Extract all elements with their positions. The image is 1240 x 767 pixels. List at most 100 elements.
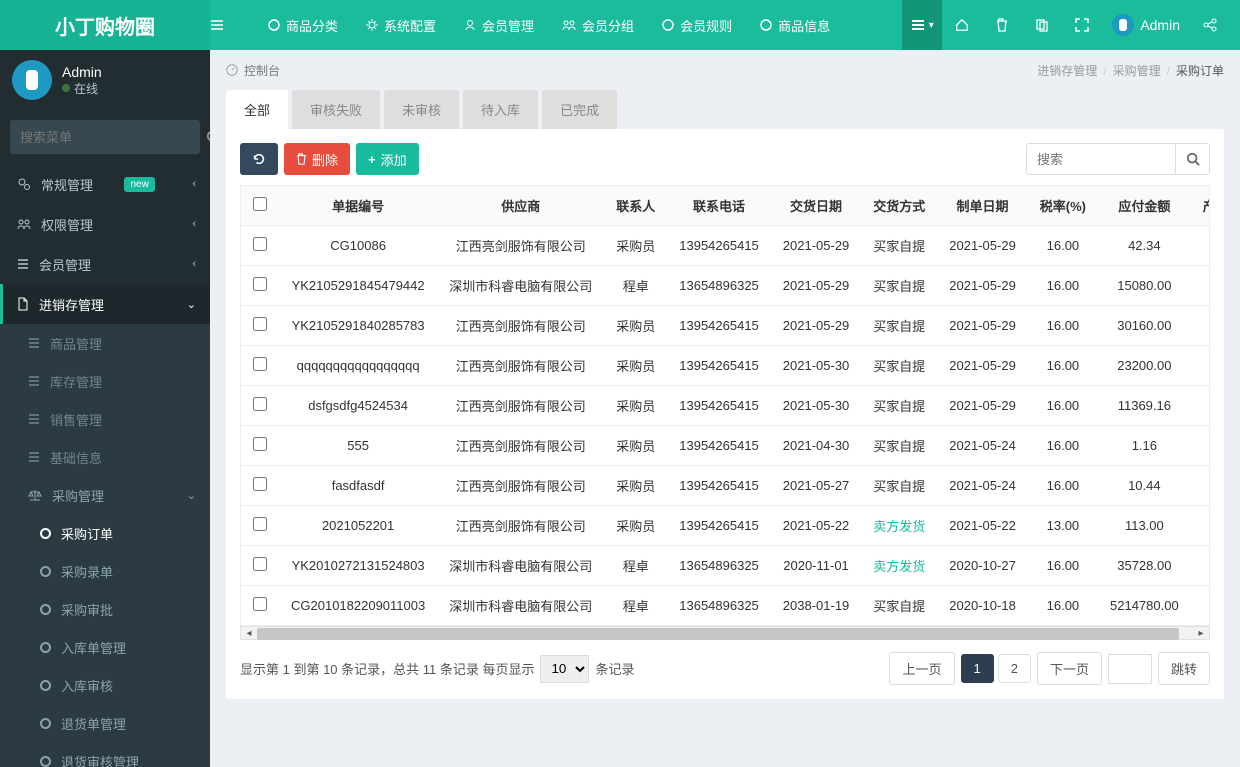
fullscreen-icon[interactable] — [1062, 0, 1102, 50]
cell: YK2010272131524803 — [279, 546, 437, 586]
sidebar-sub-3-2[interactable]: 销售管理 — [0, 400, 210, 438]
brand-logo[interactable]: 小丁购物圈 — [0, 0, 210, 50]
group-icon — [17, 218, 31, 230]
trash-icon[interactable] — [982, 0, 1022, 50]
home-icon[interactable] — [942, 0, 982, 50]
cell: 15080.00 — [1098, 266, 1191, 306]
sidebar-sub-3-4[interactable]: 采购管理⌄ — [0, 476, 210, 514]
topnav-item-2[interactable]: 会员管理 — [450, 0, 548, 50]
chevron-icon: ⌄ — [187, 489, 196, 502]
sidebar-item-2[interactable]: 会员管理‹ — [0, 244, 210, 284]
cell: 500 — [1191, 266, 1210, 306]
cell: 卖方发货 — [861, 506, 937, 546]
row-checkbox[interactable] — [253, 357, 267, 371]
tab-1[interactable]: 审核失败 — [292, 90, 380, 129]
cell: 江西亮剑服饰有限公司 — [437, 386, 604, 426]
topnav-item-1[interactable]: 系统配置 — [352, 0, 450, 50]
table-row[interactable]: qqqqqqqqqqqqqqqqq江西亮剑服饰有限公司采购员1395426541… — [241, 346, 1210, 386]
tab-2[interactable]: 未审核 — [384, 90, 459, 129]
refresh-button[interactable] — [240, 143, 278, 175]
row-checkbox[interactable] — [253, 517, 267, 531]
table-row[interactable]: dsfgsdfg4524534江西亮剑服饰有限公司采购员139542654152… — [241, 386, 1210, 426]
table-row[interactable]: YK2010272131524803深圳市科睿电脑有限公司程卓136548963… — [241, 546, 1210, 586]
user-menu[interactable]: Admin — [1102, 0, 1190, 50]
cell: 13954265415 — [667, 426, 771, 466]
row-checkbox[interactable] — [253, 277, 267, 291]
sidebar-leaf-4[interactable]: 入库审核 — [0, 666, 210, 704]
delete-button[interactable]: 删除 — [284, 143, 350, 175]
table-search-input[interactable] — [1026, 143, 1176, 175]
row-checkbox[interactable] — [253, 557, 267, 571]
row-checkbox[interactable] — [253, 437, 267, 451]
table-row[interactable]: CG2010182209011003深圳市科睿电脑有限公司程卓136548963… — [241, 586, 1210, 626]
user-name: Admin — [1140, 17, 1180, 33]
cell: 23200.00 — [1098, 346, 1191, 386]
row-checkbox[interactable] — [253, 477, 267, 491]
row-checkbox[interactable] — [253, 397, 267, 411]
sidebar-sub-3-3[interactable]: 基础信息 — [0, 438, 210, 476]
topnav-item-0[interactable]: 商品分类 — [254, 0, 352, 50]
cell: 1 — [1191, 426, 1210, 466]
sidebar-leaf-2[interactable]: 采购审批 — [0, 590, 210, 628]
row-checkbox[interactable] — [253, 317, 267, 331]
list-icon — [28, 375, 40, 387]
col-header-1: 单据编号 — [279, 186, 437, 226]
topnav-item-5[interactable]: 商品信息 — [746, 0, 844, 50]
cell: 2021-05-22 — [937, 506, 1028, 546]
cell: 2020-10-27 — [937, 546, 1028, 586]
horizontal-scrollbar[interactable]: ◂ ▸ — [240, 626, 1210, 640]
sidebar-search-input[interactable] — [10, 130, 206, 145]
cell: 16.00 — [1028, 226, 1098, 266]
table-row[interactable]: CG10086江西亮剑服饰有限公司采购员139542654152021-05-2… — [241, 226, 1210, 266]
select-all-checkbox[interactable] — [253, 197, 267, 211]
sidebar-item-1[interactable]: 权限管理‹ — [0, 204, 210, 244]
scroll-left-icon[interactable]: ◂ — [241, 627, 257, 639]
grid-menu-icon[interactable]: ▾ — [902, 0, 942, 50]
pager-next[interactable]: 下一页 — [1037, 652, 1102, 685]
cell: 深圳市科睿电脑有限公司 — [437, 586, 604, 626]
col-header-9: 应付金额 — [1098, 186, 1191, 226]
row-checkbox[interactable] — [253, 597, 267, 611]
pager-prev[interactable]: 上一页 — [889, 652, 954, 685]
share-icon[interactable] — [1190, 0, 1230, 50]
add-button[interactable]: +添加 — [356, 143, 419, 175]
cell: 5214780.00 — [1098, 586, 1191, 626]
table-row[interactable]: YK2105291845479442深圳市科睿电脑有限公司程卓136548963… — [241, 266, 1210, 306]
copy-icon[interactable] — [1022, 0, 1062, 50]
cell: 买家自提 — [861, 306, 937, 346]
table-row[interactable]: 555江西亮剑服饰有限公司采购员139542654152021-04-30买家自… — [241, 426, 1210, 466]
table-row[interactable]: 2021052201江西亮剑服饰有限公司采购员139542654152021-0… — [241, 506, 1210, 546]
sidebar-item-0[interactable]: 常规管理new‹ — [0, 164, 210, 204]
sidebar-sub-3-0[interactable]: 商品管理 — [0, 324, 210, 362]
cell: 买家自提 — [861, 586, 937, 626]
table-search-button[interactable] — [1176, 143, 1210, 175]
sidebar-sub-3-1[interactable]: 库存管理 — [0, 362, 210, 400]
sidebar-leaf-6[interactable]: 退货审核管理 — [0, 742, 210, 767]
topnav-item-4[interactable]: 会员规则 — [648, 0, 746, 50]
scroll-thumb[interactable] — [257, 628, 1179, 640]
sidebar-leaf-0[interactable]: 采购订单 — [0, 514, 210, 552]
tab-3[interactable]: 待入库 — [463, 90, 538, 129]
topnav-item-3[interactable]: 会员分组 — [548, 0, 648, 50]
page-number-2[interactable]: 2 — [998, 654, 1031, 683]
cell: 999 — [1191, 586, 1210, 626]
cell: 买家自提 — [861, 426, 937, 466]
sidebar-item-3[interactable]: 进销存管理⌄ — [0, 284, 210, 324]
sidebar-leaf-3[interactable]: 入库单管理 — [0, 628, 210, 666]
scroll-right-icon[interactable]: ▸ — [1193, 627, 1209, 639]
cell: 买家自提 — [861, 346, 937, 386]
sidebar-leaf-1[interactable]: 采购录单 — [0, 552, 210, 590]
sidebar-toggle[interactable] — [210, 18, 254, 32]
pager-jump-input[interactable] — [1108, 654, 1152, 684]
col-header-6: 交货方式 — [861, 186, 937, 226]
tab-4[interactable]: 已完成 — [542, 90, 617, 129]
tab-0[interactable]: 全部 — [226, 90, 288, 129]
page-size-select[interactable]: 10 — [540, 655, 589, 683]
row-checkbox[interactable] — [253, 237, 267, 251]
pager-jump-button[interactable]: 跳转 — [1158, 652, 1210, 685]
sidebar-leaf-5[interactable]: 退货单管理 — [0, 704, 210, 742]
table-row[interactable]: YK2105291840285783江西亮剑服饰有限公司采购员139542654… — [241, 306, 1210, 346]
table-row[interactable]: fasdfasdf江西亮剑服饰有限公司采购员139542654152021-05… — [241, 466, 1210, 506]
page-number-1[interactable]: 1 — [961, 654, 994, 683]
breadcrumb-console[interactable]: 控制台 — [244, 62, 280, 79]
